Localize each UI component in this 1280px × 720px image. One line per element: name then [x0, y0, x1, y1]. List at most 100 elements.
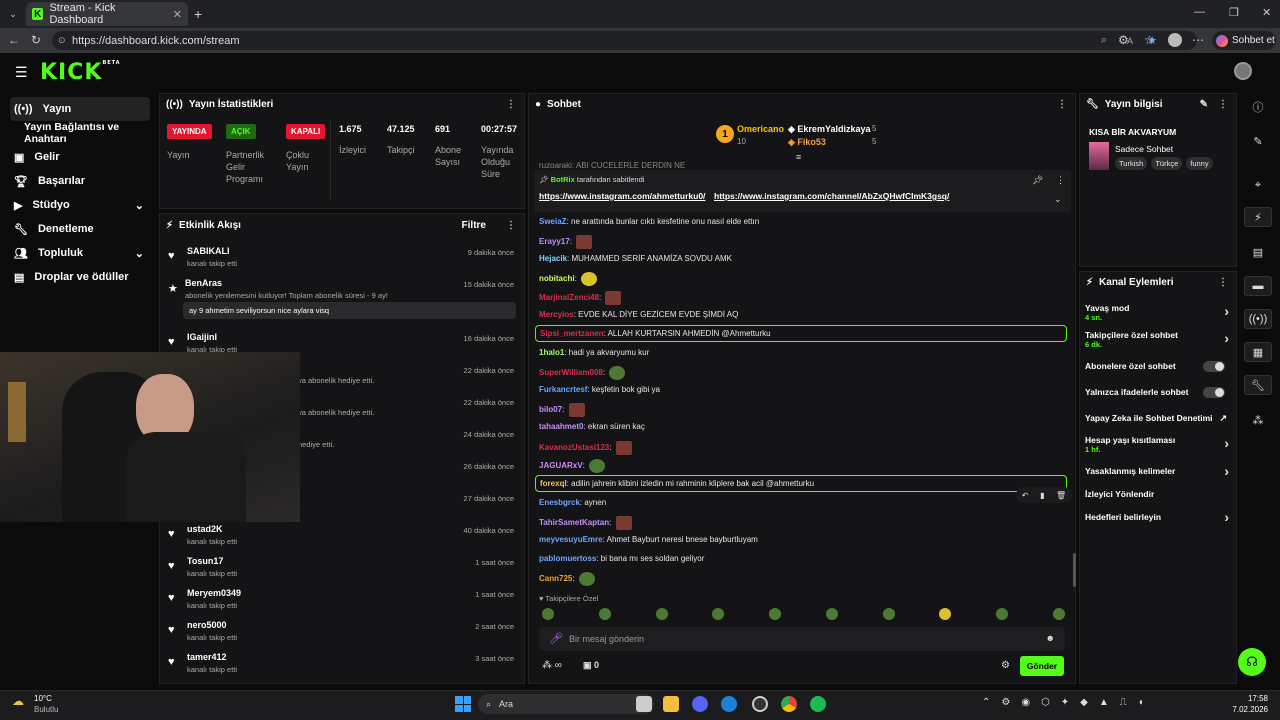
- emote-icon[interactable]: [655, 608, 668, 620]
- pinned-by-user[interactable]: BotRix: [551, 175, 575, 184]
- chat-username[interactable]: KavanozUstasi123: [539, 443, 609, 452]
- spotify-icon[interactable]: [810, 696, 826, 712]
- url-field[interactable]: ⊙ https://dashboard.kick.com/stream ⌕ A …: [52, 31, 1197, 50]
- more-options-icon[interactable]: ⋮: [1218, 277, 1228, 288]
- chat-username[interactable]: bilo07: [539, 405, 562, 414]
- chat-username[interactable]: SweiaZ: [539, 217, 567, 226]
- chat-scrollbar[interactable]: [1073, 553, 1076, 587]
- category-thumbnail[interactable]: [1089, 142, 1109, 170]
- taskbar-search[interactable]: ⌕ Ara: [478, 694, 654, 714]
- points-display[interactable]: ⁂ ∞: [542, 660, 562, 671]
- tag-chip[interactable]: Turkish: [1115, 157, 1148, 170]
- send-button[interactable]: Gönder: [1020, 656, 1064, 676]
- obs-icon[interactable]: [752, 696, 768, 712]
- category-name[interactable]: Sadece Sohbet: [1115, 144, 1173, 154]
- more-options-icon[interactable]: ⋮: [1218, 99, 1228, 110]
- extensions-icon[interactable]: ⚙: [1118, 33, 1129, 47]
- pinned-link[interactable]: https://www.instagram.com/channel/AbZxQH…: [714, 191, 949, 201]
- action-followers-only[interactable]: Takipçilere özel sohbet 6 dk. ›: [1085, 330, 1233, 350]
- discord-icon[interactable]: [692, 696, 708, 712]
- chat-username[interactable]: JAGUARxV: [539, 461, 583, 470]
- emote-icon[interactable]: [615, 516, 632, 530]
- task-view-icon[interactable]: [636, 696, 652, 712]
- close-window-icon[interactable]: ✕: [1262, 6, 1271, 19]
- chat-username[interactable]: Mercylos: [539, 310, 574, 319]
- chat-username[interactable]: Cann725: [539, 574, 572, 583]
- info-icon[interactable]: ⓘ: [1244, 97, 1272, 117]
- layout-icon[interactable]: ▦: [1244, 342, 1272, 362]
- sidebar-item-denetleme[interactable]: 🔧︎ Denetleme: [0, 217, 158, 241]
- chat-username[interactable]: meyvesuyuEmre: [539, 535, 603, 544]
- emote-icon[interactable]: [939, 608, 952, 620]
- pin-icon[interactable]: ▮: [1040, 491, 1044, 500]
- emote-icon[interactable]: [576, 235, 593, 249]
- chat-username[interactable]: nobitachi: [539, 274, 575, 283]
- chat-input[interactable]: 🎤︎ Bir mesaj gönderin ☻: [539, 627, 1065, 651]
- notes-icon[interactable]: ▤: [1244, 242, 1272, 262]
- edge-icon[interactable]: [721, 696, 737, 712]
- subs-only-toggle[interactable]: [1203, 361, 1225, 372]
- pinned-link[interactable]: https://www.instagram.com/ahmetturku0/: [539, 191, 705, 201]
- zoom-icon[interactable]: ⌕: [1101, 34, 1107, 47]
- chat-username[interactable]: pablomuertoss: [539, 554, 596, 563]
- action-ai-moderation[interactable]: Yapay Zeka ile Sohbet Denetimi ↗: [1085, 413, 1233, 423]
- chat-icon[interactable]: ▬: [1244, 276, 1272, 296]
- activity-user[interactable]: Meryem0349: [187, 588, 241, 598]
- more-options-icon[interactable]: ⋮: [506, 220, 516, 231]
- sidebar-item-topluluk[interactable]: 👥︎ Topluluk ⌄: [0, 241, 158, 265]
- new-tab-icon[interactable]: +: [194, 6, 202, 22]
- browser-tab[interactable]: K Stream - Kick Dashboard ✕: [26, 2, 188, 26]
- minimize-icon[interactable]: —: [1194, 6, 1205, 18]
- sidebar-item-stream-key[interactable]: Yayın Bağlantısı ve Anahtarı: [0, 121, 158, 145]
- activity-user[interactable]: ustad2K: [187, 524, 223, 534]
- more-options-icon[interactable]: ⋮: [1056, 175, 1065, 186]
- action-banned-words[interactable]: Yasaklanmış kelimeler ›: [1085, 463, 1233, 479]
- emote-icon[interactable]: [589, 459, 606, 473]
- kick-logo[interactable]: KICKBETA: [40, 60, 121, 85]
- chat-username[interactable]: tahaahmet0: [539, 422, 583, 431]
- activity-user[interactable]: SABIKALI: [187, 246, 230, 256]
- chrome-icon[interactable]: [781, 696, 797, 712]
- activity-user[interactable]: tamer412: [187, 652, 227, 662]
- reply-icon[interactable]: ↶: [1022, 491, 1029, 500]
- emote-icon[interactable]: [568, 403, 585, 417]
- edit-pencil-icon[interactable]: ✎: [1200, 99, 1208, 110]
- back-icon[interactable]: ←: [8, 33, 20, 47]
- chat-username[interactable]: TahirSametKaptan: [539, 518, 609, 527]
- sidebar-item-droplar[interactable]: ▤ Droplar ve ödüller: [0, 265, 158, 289]
- activity-user[interactable]: IGaijinI: [187, 332, 217, 342]
- leader-row[interactable]: ◈ EkremYaldizkaya: [788, 124, 870, 135]
- emote-icon[interactable]: [598, 608, 611, 620]
- settings-gear-icon[interactable]: ⚙: [1001, 660, 1010, 671]
- chat-username[interactable]: Furkancrtesf: [539, 385, 587, 394]
- chat-username[interactable]: forexql: [540, 479, 567, 488]
- hamburger-menu-icon[interactable]: ☰: [15, 64, 28, 81]
- weather-temp[interactable]: 10°C: [34, 694, 52, 703]
- tag-chip[interactable]: funny: [1186, 157, 1213, 170]
- leader-name[interactable]: Omericano: [737, 124, 784, 134]
- activity-user[interactable]: nero5000: [187, 620, 227, 630]
- chat-username[interactable]: Hejacik: [539, 254, 567, 263]
- reload-icon[interactable]: ↻: [31, 33, 41, 47]
- delete-icon[interactable]: 🗑︎: [1056, 491, 1066, 500]
- chat-username[interactable]: Sipsi_mertzanen: [540, 329, 604, 338]
- action-goals[interactable]: Hedefleri belirleyin ›: [1085, 509, 1233, 525]
- leader-row[interactable]: ◈ Fiko53: [788, 137, 826, 148]
- action-raid[interactable]: İzleyici Yönlendir: [1085, 489, 1233, 499]
- emote-icon[interactable]: [609, 366, 626, 380]
- chat-username[interactable]: Enesbgrck: [539, 498, 580, 507]
- sidebar-item-yayin[interactable]: ((•)) Yayın: [10, 97, 150, 121]
- broadcast-icon[interactable]: ((•)): [1244, 309, 1272, 329]
- emote-icon[interactable]: [542, 608, 554, 620]
- activity-user[interactable]: BenAras: [185, 278, 222, 288]
- user-avatar[interactable]: [1234, 62, 1252, 80]
- profile-avatar[interactable]: [1168, 33, 1182, 47]
- gift-display[interactable]: ▣ 0: [583, 660, 599, 671]
- maximize-icon[interactable]: ❐: [1229, 6, 1239, 19]
- emote-icon[interactable]: [581, 272, 598, 286]
- chevron-down-icon[interactable]: ⌄: [1054, 194, 1062, 205]
- emote-icon[interactable]: [1052, 608, 1065, 620]
- emote-icon[interactable]: [712, 608, 725, 620]
- windows-start-icon[interactable]: [455, 696, 471, 712]
- microphone-icon[interactable]: 🎤︎: [549, 632, 563, 645]
